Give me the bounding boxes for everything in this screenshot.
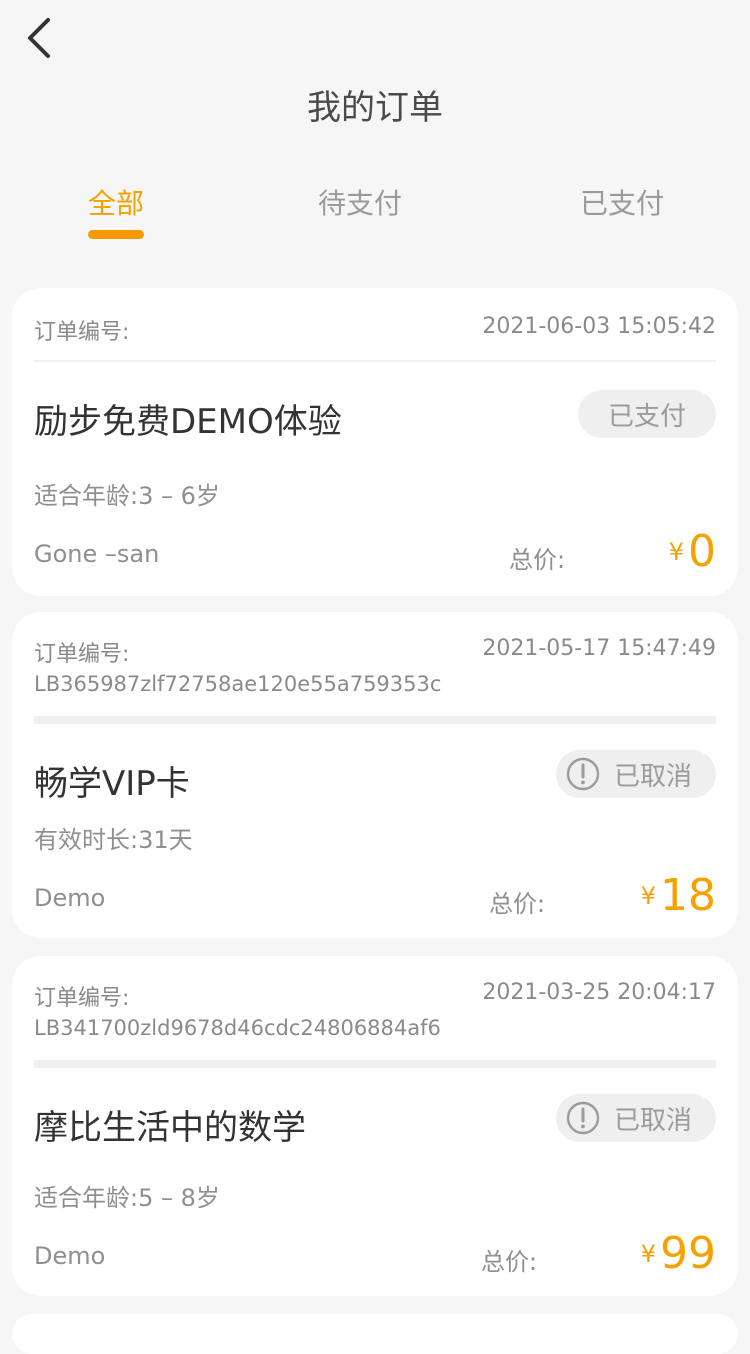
status-label: 已取消 bbox=[613, 1105, 692, 1136]
order-number-label: 订单编号: bbox=[34, 986, 130, 1011]
order-time: 2021-05-17 15:47:49 bbox=[482, 636, 716, 661]
divider bbox=[34, 360, 716, 362]
order-tabs: 全部 待支付 已支付 bbox=[0, 182, 750, 252]
student-name: Demo bbox=[34, 884, 106, 912]
product-name: 畅学VIP卡 bbox=[34, 764, 190, 804]
order-card[interactable]: 订单编号: 2021-03-25 20:04:17 LB341700zld967… bbox=[12, 956, 738, 1296]
currency-symbol: ¥ bbox=[668, 538, 684, 566]
order-price: ¥18 bbox=[641, 870, 716, 921]
order-card[interactable]: 订单编号: 2021-06-03 15:05:42 励步免费DEMO体验 已支付… bbox=[12, 288, 738, 596]
chevron-left-icon bbox=[28, 18, 50, 58]
status-badge: 已取消 bbox=[555, 1094, 716, 1142]
currency-symbol: ¥ bbox=[640, 1240, 656, 1268]
order-number-label: 订单编号: bbox=[34, 320, 130, 345]
product-detail: 有效时长:31天 bbox=[34, 826, 193, 854]
product-detail: 适合年龄:3 – 6岁 bbox=[34, 482, 220, 510]
order-price: ¥0 bbox=[669, 526, 716, 577]
student-name: Gone –san bbox=[34, 540, 160, 568]
total-label: 总价: bbox=[481, 1248, 538, 1276]
status-label: 已支付 bbox=[607, 401, 686, 432]
product-detail: 适合年龄:5 – 8岁 bbox=[34, 1184, 220, 1212]
top-bar: 我的订单 bbox=[0, 0, 750, 150]
order-number-label: 订单编号: bbox=[34, 642, 130, 667]
page-title: 我的订单 bbox=[307, 88, 443, 128]
tab-all[interactable]: 全部 bbox=[88, 182, 144, 222]
divider bbox=[34, 716, 716, 724]
status-label: 已取消 bbox=[613, 761, 692, 792]
price-amount: 18 bbox=[660, 870, 716, 921]
status-badge: 已支付 bbox=[577, 390, 716, 438]
warning-icon bbox=[566, 1101, 600, 1135]
student-name: Demo bbox=[34, 1242, 106, 1270]
order-card[interactable] bbox=[12, 1314, 738, 1354]
total-label: 总价: bbox=[489, 890, 546, 918]
order-time: 2021-03-25 20:04:17 bbox=[482, 980, 716, 1005]
divider bbox=[34, 1060, 716, 1068]
currency-symbol: ¥ bbox=[640, 882, 656, 910]
tab-paid[interactable]: 已支付 bbox=[580, 182, 664, 222]
order-card[interactable]: 订单编号: 2021-05-17 15:47:49 LB365987zlf727… bbox=[12, 612, 738, 938]
order-time: 2021-06-03 15:05:42 bbox=[482, 314, 716, 339]
tab-pending-payment[interactable]: 待支付 bbox=[318, 182, 402, 222]
product-name: 摩比生活中的数学 bbox=[34, 1108, 306, 1148]
warning-icon bbox=[566, 757, 600, 791]
order-number: LB365987zlf72758ae120e55a759353c bbox=[34, 672, 442, 696]
order-number: LB341700zld9678d46cdc24806884af6 bbox=[34, 1016, 441, 1040]
total-label: 总价: bbox=[509, 546, 566, 574]
status-badge: 已取消 bbox=[555, 750, 716, 798]
price-amount: 99 bbox=[660, 1228, 716, 1279]
order-price: ¥99 bbox=[641, 1228, 716, 1279]
product-name: 励步免费DEMO体验 bbox=[34, 402, 342, 442]
back-button[interactable] bbox=[22, 14, 66, 62]
active-tab-indicator bbox=[88, 230, 144, 239]
price-amount: 0 bbox=[688, 526, 716, 577]
